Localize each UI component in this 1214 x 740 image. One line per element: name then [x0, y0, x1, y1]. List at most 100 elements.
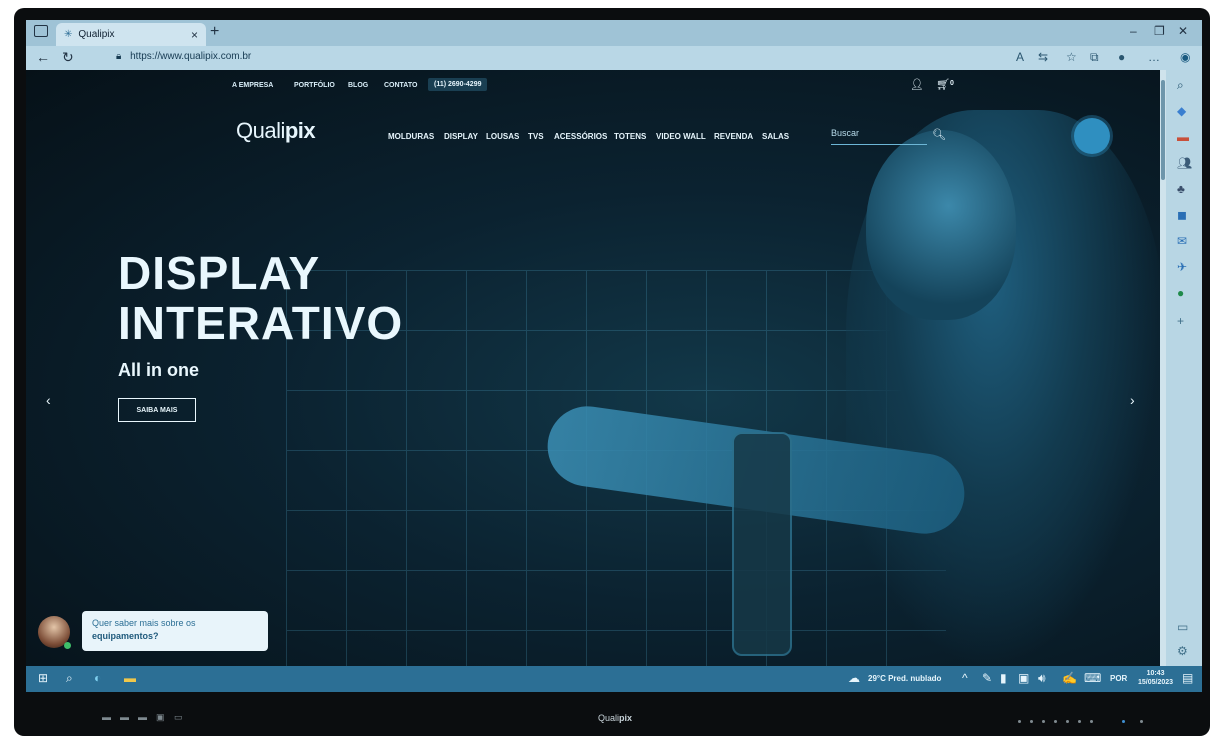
windows-taskbar: ⊞ ⌕ ◐ ▬ ☁ 29°C Pred. nublado ^ ✎ ▮ ▣ 🔊︎ …: [26, 666, 1202, 692]
search-input[interactable]: Buscar: [831, 128, 927, 145]
carousel-next-icon[interactable]: ›: [1130, 392, 1135, 408]
address-bar[interactable]: 🔒︎ https://www.qualipix.com.br: [116, 51, 251, 62]
site-favicon-icon: ✳: [64, 29, 73, 40]
favorite-icon[interactable]: ☆: [1066, 50, 1077, 64]
logo-text-bold: pix: [284, 118, 316, 143]
bezel-indicator-dot: [1042, 720, 1045, 723]
bezel-button-icon[interactable]: ▬: [120, 712, 129, 722]
phone-number[interactable]: (11) 2690-4299: [428, 78, 488, 91]
sidebar-games-icon[interactable]: ♣: [1177, 182, 1185, 196]
more-icon[interactable]: …: [1148, 50, 1160, 64]
carousel-prev-icon[interactable]: ‹: [46, 392, 51, 408]
restore-icon[interactable]: ❐: [1154, 24, 1165, 38]
scrollbar-thumb[interactable]: [1161, 80, 1165, 180]
sidebar-settings-icon[interactable]: ⚙: [1177, 644, 1188, 658]
nav-totens[interactable]: TOTENS: [614, 132, 646, 141]
sidebar-search-icon[interactable]: ⌕: [1177, 78, 1184, 93]
hero-title-line1: DISPLAY: [118, 247, 321, 299]
search-icon[interactable]: 🔍︎: [932, 128, 946, 141]
sidebar-shopping-icon[interactable]: ●: [1177, 286, 1184, 300]
cart-count: 0: [950, 80, 954, 87]
taskbar-clock[interactable]: 10:43 15/05/2023: [1138, 669, 1173, 687]
refresh-icon[interactable]: ↻: [62, 49, 74, 66]
site-logo[interactable]: Qualipix: [236, 118, 316, 144]
browser-sidebar: ⌕ ◆ ▬ 👥︎ ♣ ◼ ✉ ✈ ● + ▭ ⚙: [1166, 70, 1202, 666]
user-icon[interactable]: 👤︎: [910, 78, 924, 91]
back-icon[interactable]: ←: [36, 49, 50, 65]
browser-tab-bar: ✳ Qualipix × + – ❐ ✕: [26, 20, 1202, 46]
clock-time: 10:43: [1146, 670, 1165, 677]
tab-title: Qualipix: [78, 29, 115, 40]
sidebar-drop-icon[interactable]: ✈: [1177, 260, 1187, 274]
close-window-icon[interactable]: ✕: [1178, 24, 1188, 38]
sidebar-layout-icon[interactable]: ▭: [1177, 620, 1188, 634]
read-aloud-icon[interactable]: A: [1016, 50, 1024, 64]
weather-text[interactable]: 29°C Pred. nublado: [868, 674, 941, 683]
saiba-mais-button[interactable]: SAIBA MAIS: [118, 398, 196, 422]
sidebar-outlook-icon[interactable]: ✉: [1177, 234, 1187, 248]
logo-text-light: Quali: [236, 118, 285, 143]
minimize-icon[interactable]: –: [1130, 24, 1137, 38]
weather-icon: ☁: [848, 671, 860, 685]
nav-lousas[interactable]: LOUSAS: [486, 132, 519, 141]
network-icon[interactable]: ▣: [1018, 671, 1029, 685]
language-indicator[interactable]: POR: [1110, 674, 1127, 683]
hero-title-line2: INTERATIVO: [118, 297, 404, 349]
nav-video-wall[interactable]: VIDEO WALL: [656, 132, 706, 141]
nav-molduras[interactable]: MOLDURAS: [388, 132, 434, 141]
translate-icon[interactable]: ⇆: [1038, 50, 1048, 64]
pen-icon[interactable]: ✎: [982, 671, 992, 685]
sidebar-office-icon[interactable]: ◼: [1177, 208, 1187, 222]
nav-display[interactable]: DISPLAY: [444, 132, 478, 141]
bezel-button-icon[interactable]: ▭: [174, 712, 183, 723]
chat-line1: Quer saber mais sobre os: [92, 618, 196, 628]
bezel-button-icon[interactable]: ▣: [156, 712, 165, 723]
touch-icon[interactable]: ✍: [1062, 671, 1077, 685]
sidebar-toolbox-icon[interactable]: ▬: [1177, 130, 1189, 144]
tab-actions-icon[interactable]: [34, 25, 48, 37]
browser-tab[interactable]: ✳ Qualipix ×: [56, 23, 206, 46]
copilot-icon[interactable]: ◉: [1180, 50, 1190, 64]
new-tab-button[interactable]: +: [210, 23, 219, 41]
topnav-empresa[interactable]: A EMPRESA: [232, 82, 273, 89]
start-icon[interactable]: ⊞: [38, 671, 48, 685]
collections-icon[interactable]: ⧉: [1090, 50, 1099, 65]
search-taskbar-icon[interactable]: ⌕: [66, 671, 73, 686]
bezel-indicator-dot: [1090, 720, 1093, 723]
topnav-contato[interactable]: CONTATO: [384, 82, 417, 89]
bezel-brand-bold: pix: [619, 713, 633, 723]
cart-icon[interactable]: 🛒︎: [936, 78, 950, 91]
screen: ✳ Qualipix × + – ❐ ✕ ← ↻ 🔒︎ https://www.…: [26, 20, 1202, 692]
bezel-brand-light: Quali: [598, 713, 620, 723]
bezel-indicator-dot: [1018, 720, 1021, 723]
close-tab-icon[interactable]: ×: [191, 28, 198, 42]
bezel-button-icon[interactable]: ▬: [102, 712, 111, 722]
address-bar-row: ← ↻ 🔒︎ https://www.qualipix.com.br A ⇆ ☆…: [26, 46, 1202, 70]
nav-acessorios[interactable]: ACESSÓRIOS: [554, 132, 607, 141]
sidebar-people-icon[interactable]: 👥︎: [1177, 156, 1192, 170]
notifications-icon[interactable]: ▤: [1182, 671, 1193, 685]
chat-bubble[interactable]: Quer saber mais sobre os equipamentos?: [82, 611, 268, 651]
hero-person-head: [866, 130, 1016, 320]
sidebar-add-icon[interactable]: +: [1177, 314, 1184, 328]
file-explorer-icon[interactable]: ▬: [124, 671, 136, 685]
edge-icon[interactable]: ◐: [94, 671, 101, 685]
floating-circle-button[interactable]: [1074, 118, 1110, 154]
topnav-portfolio[interactable]: PORTFÓLIO: [294, 82, 335, 89]
bezel-indicator-dot: [1140, 720, 1143, 723]
keyboard-icon[interactable]: ⌨: [1084, 671, 1101, 685]
nav-tvs[interactable]: TVS: [528, 132, 544, 141]
tray-chevron-icon[interactable]: ^: [962, 671, 968, 685]
chat-line2: equipamentos?: [92, 630, 159, 641]
battery-icon[interactable]: ▮: [1000, 671, 1007, 685]
bezel-power-led: [1122, 720, 1125, 723]
bezel-indicator-dot: [1054, 720, 1057, 723]
nav-revenda[interactable]: REVENDA: [714, 132, 753, 141]
sidebar-tag-icon[interactable]: ◆: [1177, 104, 1186, 118]
profile-icon[interactable]: ●: [1118, 50, 1125, 64]
bezel-indicator-dot: [1078, 720, 1081, 723]
topnav-blog[interactable]: BLOG: [348, 82, 368, 89]
nav-salas[interactable]: SALAS: [762, 132, 789, 141]
volume-icon[interactable]: 🔊︎: [1038, 671, 1046, 686]
bezel-button-icon[interactable]: ▬: [138, 712, 147, 722]
